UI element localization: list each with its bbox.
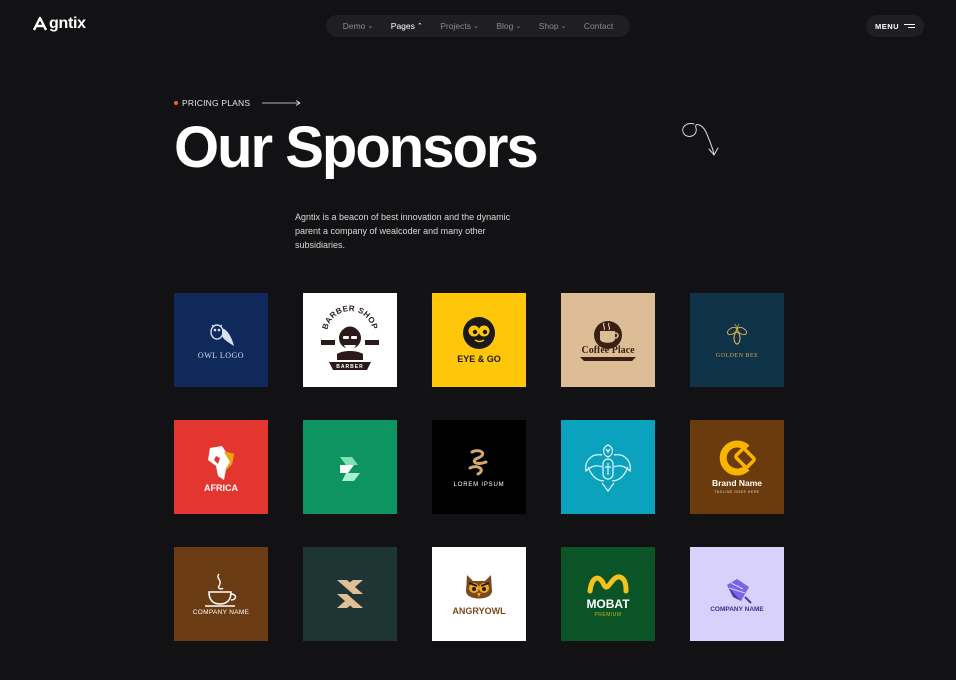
chevron-down-icon: ⌄ <box>560 22 567 30</box>
sponsor-tile[interactable] <box>303 547 397 641</box>
sponsor-name: COMPANY NAME <box>710 605 764 613</box>
ring-icon <box>719 440 756 476</box>
menu-label: MENU <box>874 21 900 31</box>
long-arrow-right-icon <box>262 100 302 106</box>
sponsor-tile[interactable]: LOREM IPSUM <box>432 420 526 514</box>
barber-icon: BARBER SHOP BARBER <box>320 304 379 370</box>
coffee-steam-icon <box>205 573 237 607</box>
nav-item-projects[interactable]: Projects ⌄ <box>440 21 479 31</box>
hamburger-icon <box>904 24 916 28</box>
coffee-cup-icon <box>594 320 622 349</box>
sponsor-name: AFRICA <box>204 482 238 493</box>
sponsor-tile[interactable]: COMPANY NAME <box>174 547 268 641</box>
menu-button[interactable]: MENU <box>866 15 924 37</box>
x-stripes-icon <box>337 580 363 608</box>
sponsor-tile[interactable]: ANGRYOWL <box>432 547 526 641</box>
section-eyebrow: PRICING PLANS <box>174 98 302 108</box>
sponsor-tile[interactable]: OWL LOGO <box>174 293 268 387</box>
chevron-down-icon: ⌄ <box>515 22 522 30</box>
chevron-down-icon: ⌄ <box>367 22 374 30</box>
sponsor-name: COMPANY NAME <box>192 608 250 616</box>
chevron-down-icon: ⌄ <box>472 22 479 30</box>
nav-item-demo[interactable]: Demo ⌄ <box>343 21 374 31</box>
sponsor-tile[interactable]: Coffee Place <box>561 293 655 387</box>
page-title: Our Sponsors <box>174 115 539 180</box>
arrow-play-icon <box>340 457 360 481</box>
nav-label: Shop <box>538 21 559 31</box>
bee-icon <box>726 323 748 345</box>
ribbon-icon <box>580 356 636 361</box>
sponsor-tile[interactable]: EYE & GO <box>432 293 526 387</box>
main-nav: Demo ⌄ Pages ⌃ Projects ⌄ Blog ⌄ Shop ⌄ Conta… <box>326 15 630 37</box>
wave-icon <box>468 449 488 476</box>
curly-arrow-doodle-icon <box>682 123 719 156</box>
sponsor-subtitle: BARBER <box>336 364 363 370</box>
owl-icon <box>210 324 234 346</box>
crystal-icon <box>727 578 752 604</box>
sponsor-name: MOBAT <box>586 596 630 611</box>
sponsor-name: Coffee Place <box>581 344 635 356</box>
sponsor-name: Brand Name <box>711 478 763 489</box>
sponsor-name: OWL LOGO <box>197 351 245 360</box>
sponsor-tile[interactable]: BARBER SHOP BARBER <box>303 293 397 387</box>
sponsor-tile[interactable] <box>303 420 397 514</box>
sponsor-name: ANGRYOWL <box>452 605 506 616</box>
nav-label: Demo <box>342 21 366 31</box>
brand-logo[interactable]: gntix <box>32 15 86 33</box>
accent-dot-icon <box>174 101 178 105</box>
chevron-up-icon: ⌃ <box>416 22 423 30</box>
nav-item-contact[interactable]: Contact <box>584 21 613 31</box>
sponsor-subtitle: TAGLINE GOES HERE <box>714 489 760 494</box>
nav-item-blog[interactable]: Blog ⌄ <box>496 21 521 31</box>
angry-owl-icon <box>466 574 492 598</box>
nav-item-pages[interactable]: Pages ⌃ <box>391 21 423 31</box>
sponsor-name: GOLDEN BEE <box>715 353 759 359</box>
m-wave-icon <box>587 573 629 593</box>
sponsor-tile[interactable] <box>561 420 655 514</box>
africa-icon <box>208 445 234 480</box>
nav-label: Blog <box>496 21 514 31</box>
sponsor-tile[interactable]: MOBAT PREMIUM <box>561 547 655 641</box>
hero-description: Agntix is a beacon of best innovation an… <box>295 212 511 250</box>
eagle-icon <box>585 444 631 492</box>
sponsor-tile[interactable]: COMPANY NAME <box>690 547 784 641</box>
nav-label: Contact <box>583 21 614 31</box>
brand-name: gntix <box>49 15 86 32</box>
nav-label: Pages <box>390 21 415 31</box>
sponsor-name: LOREM IPSUM <box>453 482 505 488</box>
sponsor-tile[interactable]: AFRICA <box>174 420 268 514</box>
agntix-logo-icon <box>32 16 48 31</box>
nav-label: Projects <box>440 21 471 31</box>
sponsors-grid: OWL LOGO BARBER SHOP BARBER EYE & GO Cof… <box>174 293 784 641</box>
eyes-icon <box>463 317 495 349</box>
sponsor-tile[interactable]: Brand Name TAGLINE GOES HERE <box>690 420 784 514</box>
nav-item-shop[interactable]: Shop ⌄ <box>539 21 567 31</box>
eyebrow-text: PRICING PLANS <box>182 98 251 108</box>
sponsor-subtitle: PREMIUM <box>594 611 622 618</box>
sponsor-tile[interactable]: GOLDEN BEE <box>690 293 784 387</box>
sponsor-name: EYE & GO <box>457 354 501 364</box>
